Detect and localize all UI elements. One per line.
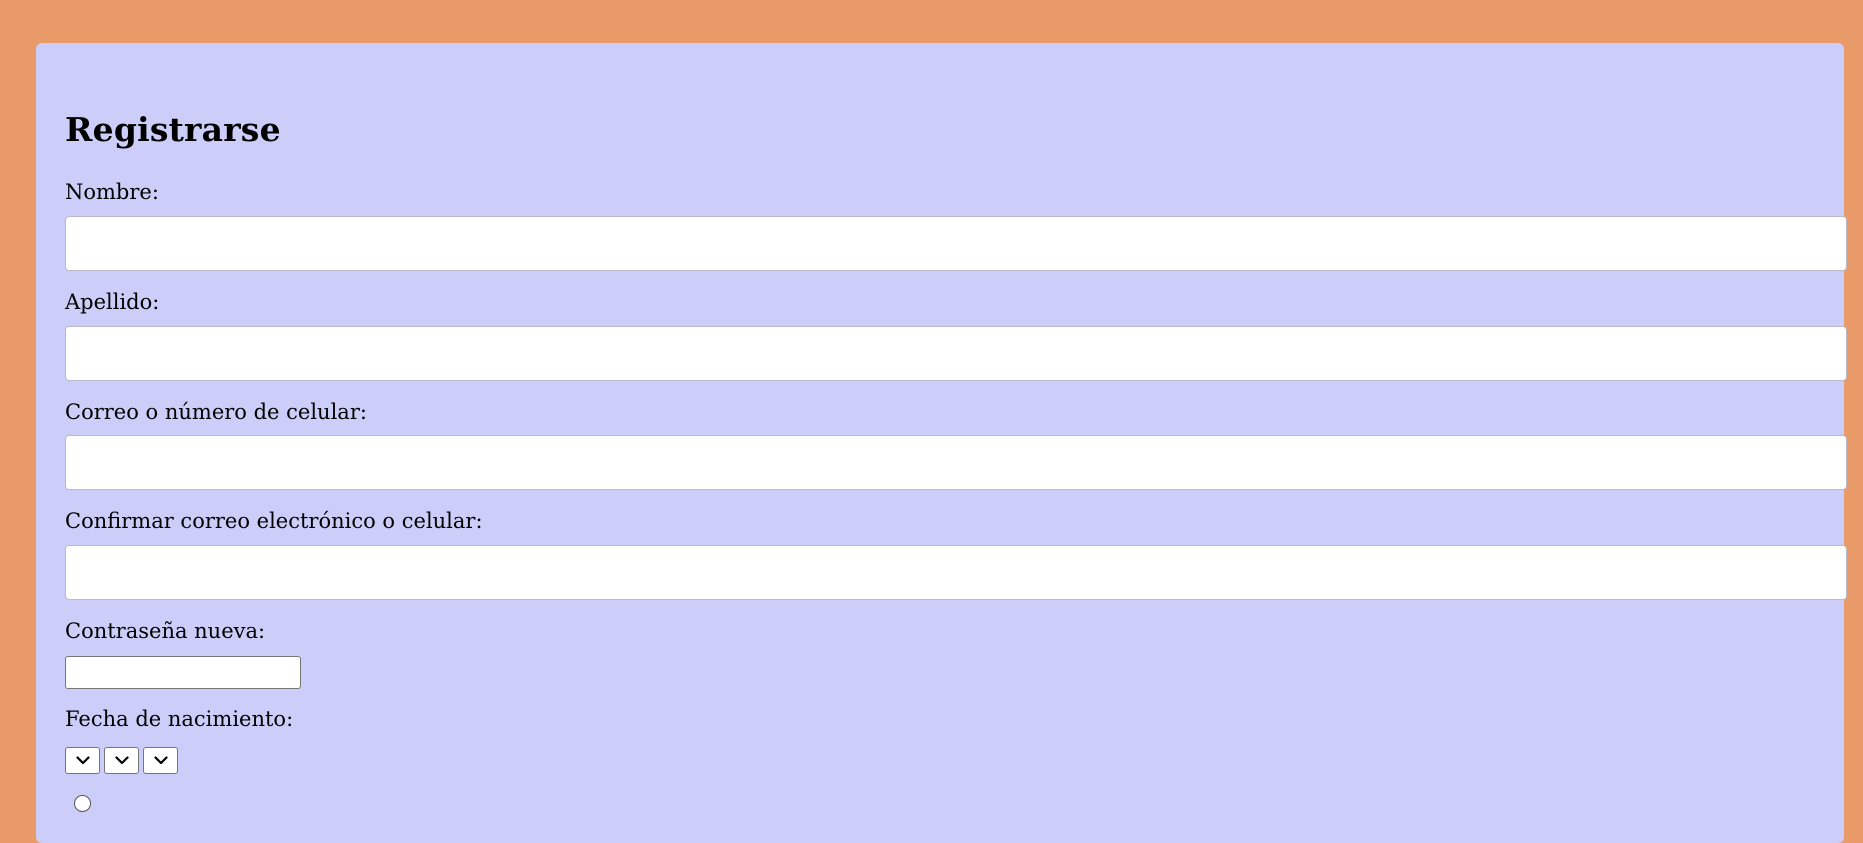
last-name-label: Apellido: — [65, 290, 160, 314]
chevron-down-icon — [114, 756, 129, 765]
new-password-label: Contraseña nueva: — [65, 619, 266, 643]
gender-radio[interactable] — [74, 795, 91, 812]
birth-month-select[interactable] — [104, 747, 139, 774]
new-password-field[interactable] — [65, 656, 301, 689]
email-or-phone-field[interactable] — [65, 435, 1847, 490]
chevron-down-icon — [75, 756, 90, 765]
confirm-email-or-phone-field[interactable] — [65, 545, 1847, 600]
birth-day-select[interactable] — [65, 747, 100, 774]
page-title: Registrarse — [65, 110, 281, 149]
email-or-phone-label: Correo o número de celular: — [65, 400, 367, 424]
first-name-field[interactable] — [65, 216, 1847, 271]
first-name-label: Nombre: — [65, 180, 159, 204]
birthdate-label: Fecha de nacimiento: — [65, 707, 294, 731]
last-name-field[interactable] — [65, 326, 1847, 381]
chevron-down-icon — [153, 756, 168, 765]
confirm-email-or-phone-label: Confirmar correo electrónico o celular: — [65, 509, 483, 533]
registration-card: Registrarse Nombre: Apellido: Correo o n… — [36, 43, 1847, 843]
birth-year-select[interactable] — [143, 747, 178, 774]
